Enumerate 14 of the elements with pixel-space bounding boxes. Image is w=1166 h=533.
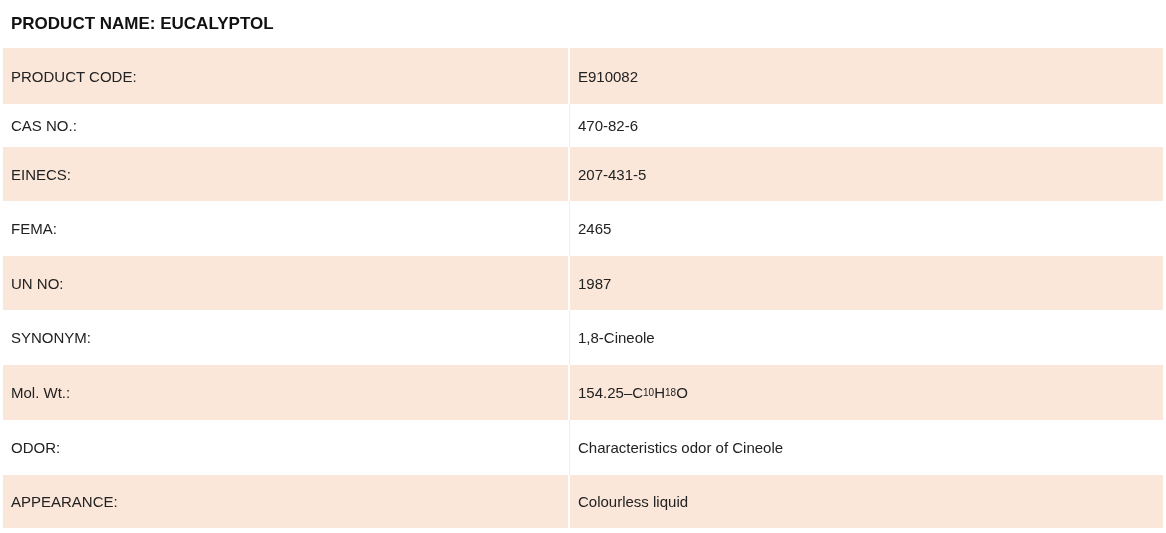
table-cell: Colourless liquid	[570, 475, 1163, 528]
table-cell: UN NO:	[3, 256, 570, 310]
product-title: PRODUCT NAME: EUCALYPTOL	[10, 13, 275, 35]
table-cell-text: Characteristics odor of Cineole	[577, 438, 785, 458]
table-cell: PRODUCT CODE:	[3, 48, 570, 104]
table-cell: Mol. Wt.:	[3, 365, 570, 420]
table-cell-text: 1,8-Cineole	[577, 328, 656, 348]
table-cell: APPEARANCE:	[3, 475, 570, 528]
table-cell-text: 2465	[577, 219, 613, 239]
table-cell-text: 470-82-6	[577, 116, 640, 136]
table-cell: 1987	[570, 256, 1163, 310]
table-cell: 207-431-5	[570, 147, 1163, 201]
table-cell: E910082	[570, 48, 1163, 104]
table-cell: EINECS:	[3, 147, 570, 201]
